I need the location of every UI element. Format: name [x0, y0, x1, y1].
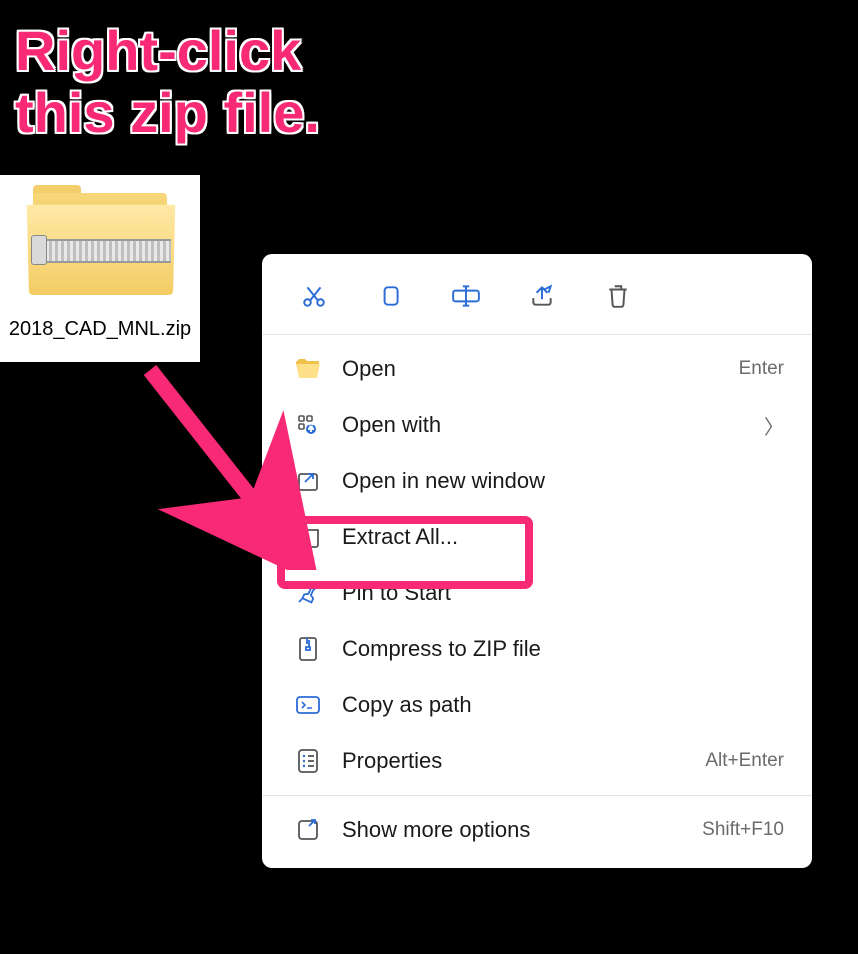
chevron-right-icon: 〉	[764, 411, 784, 440]
instruction-annotation: Right-click this zip file.	[15, 20, 320, 143]
menu-label: Extract All...	[342, 524, 784, 550]
extract-all-icon	[292, 521, 324, 553]
pin-icon	[292, 577, 324, 609]
menu-item-open-new-window[interactable]: Open in new window	[262, 453, 812, 509]
menu-shortcut: Shift+F10	[702, 819, 784, 841]
menu-item-compress-zip[interactable]: Compress to ZIP file	[262, 621, 812, 677]
menu-divider	[262, 334, 812, 335]
properties-icon	[292, 745, 324, 777]
menu-label: Open with	[342, 412, 764, 438]
menu-item-copy-path[interactable]: Copy as path	[262, 677, 812, 733]
menu-label: Copy as path	[342, 692, 784, 718]
menu-label: Open	[342, 356, 739, 382]
file-name-label: 2018_CAD_MNL.zip	[5, 317, 195, 342]
share-icon[interactable]	[526, 280, 558, 312]
zip-folder-icon	[25, 185, 175, 305]
menu-label: Show more options	[342, 817, 702, 843]
copy-path-icon	[292, 689, 324, 721]
menu-shortcut: Enter	[739, 358, 784, 380]
menu-shortcut: Alt+Enter	[705, 750, 784, 772]
menu-item-open[interactable]: Open Enter	[262, 341, 812, 397]
delete-icon[interactable]	[602, 280, 634, 312]
menu-label: Properties	[342, 748, 705, 774]
menu-label: Open in new window	[342, 468, 784, 494]
menu-item-open-with[interactable]: Open with 〉	[262, 397, 812, 453]
compress-zip-icon	[292, 633, 324, 665]
context-toolbar	[262, 264, 812, 328]
cut-icon[interactable]	[298, 280, 330, 312]
copy-icon[interactable]	[374, 280, 406, 312]
new-window-icon	[292, 465, 324, 497]
menu-divider	[262, 795, 812, 796]
rename-icon[interactable]	[450, 280, 482, 312]
menu-label: Compress to ZIP file	[342, 636, 784, 662]
open-with-icon	[292, 409, 324, 441]
annotation-line2: this zip file.	[15, 81, 320, 144]
menu-label: Pin to Start	[342, 580, 784, 606]
menu-item-properties[interactable]: Properties Alt+Enter	[262, 733, 812, 789]
context-menu: Open Enter Open with 〉 Open in new windo…	[262, 254, 812, 868]
menu-item-pin-to-start[interactable]: Pin to Start	[262, 565, 812, 621]
folder-open-icon	[292, 353, 324, 385]
annotation-line1: Right-click	[15, 19, 301, 82]
show-more-icon	[292, 814, 324, 846]
menu-item-extract-all[interactable]: Extract All...	[262, 509, 812, 565]
zip-file-item[interactable]: 2018_CAD_MNL.zip	[0, 175, 200, 362]
menu-item-show-more[interactable]: Show more options Shift+F10	[262, 802, 812, 858]
